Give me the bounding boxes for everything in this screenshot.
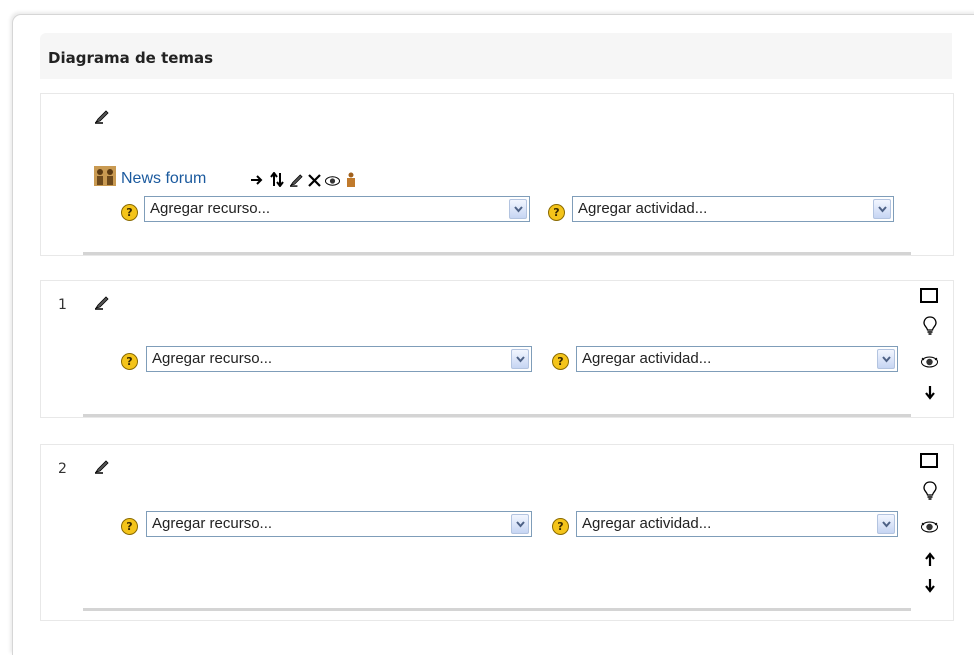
help-icon[interactable]: ? xyxy=(121,204,138,221)
add-resource-select[interactable]: Agregar recurso... xyxy=(144,196,530,222)
add-resource-value: Agregar recurso... xyxy=(150,200,271,217)
section-separator xyxy=(83,608,911,611)
section-separator xyxy=(83,252,911,255)
forum-icon xyxy=(94,166,116,186)
section-number: 2 xyxy=(58,461,67,477)
add-activity-select[interactable]: Agregar actividad... xyxy=(576,511,898,537)
arrow-down-icon[interactable] xyxy=(924,385,936,400)
add-activity-value: Agregar actividad... xyxy=(582,515,712,532)
lightbulb-icon[interactable] xyxy=(923,481,937,501)
arrow-up-icon[interactable] xyxy=(924,552,936,567)
edit-summary-icon[interactable] xyxy=(94,296,110,310)
chevron-down-icon[interactable] xyxy=(511,514,529,534)
chevron-down-icon[interactable] xyxy=(873,199,891,219)
arrow-down-icon[interactable] xyxy=(924,578,936,593)
add-activity-value: Agregar actividad... xyxy=(578,200,708,217)
delete-icon[interactable] xyxy=(308,174,321,187)
news-forum-link[interactable]: News forum xyxy=(121,170,206,188)
help-icon[interactable]: ? xyxy=(121,353,138,370)
help-icon[interactable]: ? xyxy=(121,518,138,535)
help-icon[interactable]: ? xyxy=(548,204,565,221)
move-right-icon[interactable] xyxy=(250,174,264,186)
section-number: 1 xyxy=(58,297,67,313)
edit-summary-icon[interactable] xyxy=(94,460,110,474)
edit-summary-icon[interactable] xyxy=(94,110,110,124)
eye-icon[interactable] xyxy=(325,176,340,186)
add-resource-value: Agregar recurso... xyxy=(152,515,273,532)
eye-icon[interactable] xyxy=(921,521,938,533)
edit-icon[interactable] xyxy=(289,174,304,187)
add-activity-select[interactable]: Agregar actividad... xyxy=(572,196,894,222)
panel-title: Diagrama de temas xyxy=(48,49,214,67)
eye-icon[interactable] xyxy=(921,356,938,368)
add-activity-value: Agregar actividad... xyxy=(582,350,712,367)
section-separator xyxy=(83,414,911,417)
add-activity-select[interactable]: Agregar actividad... xyxy=(576,346,898,372)
highlight-box-icon[interactable] xyxy=(920,288,938,303)
add-resource-value: Agregar recurso... xyxy=(152,350,273,367)
help-icon[interactable]: ? xyxy=(552,353,569,370)
chevron-down-icon[interactable] xyxy=(509,199,527,219)
user-group-icon[interactable] xyxy=(346,172,356,187)
chevron-down-icon[interactable] xyxy=(877,349,895,369)
highlight-box-icon[interactable] xyxy=(920,453,938,468)
move-updown-icon[interactable] xyxy=(270,172,284,187)
lightbulb-icon[interactable] xyxy=(923,316,937,336)
add-resource-select[interactable]: Agregar recurso... xyxy=(146,511,532,537)
add-resource-select[interactable]: Agregar recurso... xyxy=(146,346,532,372)
chevron-down-icon[interactable] xyxy=(511,349,529,369)
chevron-down-icon[interactable] xyxy=(877,514,895,534)
help-icon[interactable]: ? xyxy=(552,518,569,535)
